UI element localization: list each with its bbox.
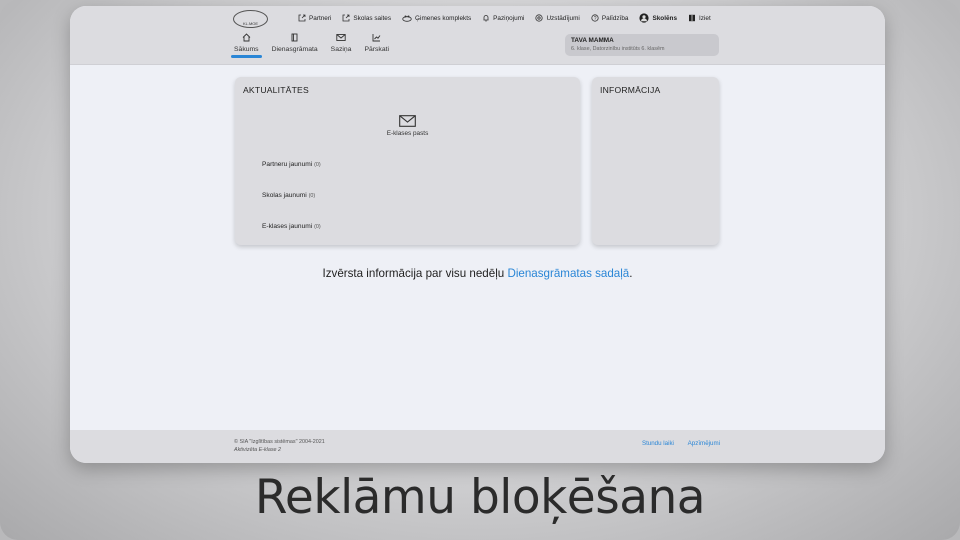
news-item-label: Partneru jaunumi [262,161,313,168]
footer: © SIA "Izglītības sistēmas" 2004-2021 Ak… [70,430,885,463]
svg-text:?: ? [594,16,597,22]
external-link-icon [298,14,306,22]
footer-copyright: © SIA "Izglītības sistēmas" 2004-2021 Ak… [234,438,325,454]
eklase-logo[interactable]: KL.MOE [233,10,268,28]
topnav-uzstadijumi[interactable]: Uzstādījumi [535,14,580,22]
mail-icon [331,33,352,43]
tab-label: Dienasgrāmata [271,46,318,53]
header: KL.MOE Partneri Skolas saites Ģimenes ko… [70,6,885,65]
topnav-palidziba[interactable]: ? Palīdzība [591,14,629,22]
topnav-label: Skolas saites [353,14,392,22]
news-item-label: Skolas jaunumi [262,192,307,199]
profile-selector[interactable]: TAVA MAMMA 6. klase, Datorzinību institū… [565,34,719,56]
tab-dienasgramata[interactable]: Dienasgrāmata [272,32,318,53]
mail-icon[interactable] [399,115,416,127]
logout-icon [688,14,696,22]
footer-link-stundu-laiki[interactable]: Stundu laiki [642,440,674,447]
topnav-pazinojumi[interactable]: Paziņojumi [482,14,524,22]
topnav-skolens[interactable]: Skolēns [639,13,677,23]
top-navigation: Partneri Skolas saites Ģimenes komplekts… [298,11,722,25]
topnav-label: Paziņojumi [493,14,525,22]
bell-icon [482,14,490,22]
news-item-eklase[interactable]: E-klases jaunumi (0) [262,223,321,230]
info-title: INFORMĀCIJA [600,85,661,95]
topnav-label: Iziet [699,14,711,22]
news-item-count: (0) [314,162,321,168]
news-item-label: E-klases jaunumi [262,223,313,230]
topnav-label: Partneri [309,14,332,22]
topnav-skolas-saites[interactable]: Skolas saites [342,14,391,22]
notice-end: . [629,267,633,280]
copyright-text: © SIA "Izglītības sistēmas" 2004-2021 [234,439,325,445]
profile-name: TAVA MAMMA [571,37,614,44]
news-card: AKTUALITĀTES E-klases pasts Partneru jau… [235,77,580,245]
news-item-partneri[interactable]: Partneru jaunumi (0) [262,161,321,168]
notice-text: Izvērsta informācija par visu nedēļu [322,267,505,280]
tab-label: Saziņa [330,46,352,53]
tab-label: Sākums [234,46,259,53]
slide-caption: Reklāmu bloķēšana [254,470,706,525]
news-title: AKTUALITĀTES [243,85,309,95]
active-tab-indicator [231,55,262,58]
footer-links: Stundu laiki Apzīmējumi [630,440,720,447]
topnav-label: Ģimenes komplekts [415,14,472,22]
home-icon [234,33,259,43]
tab-sakums[interactable]: Sākums [231,32,262,58]
tab-parskati[interactable]: Pārskati [364,32,389,53]
topnav-iziet[interactable]: Iziet [688,14,711,22]
eklase-mail-link[interactable]: E-klases pasts [235,130,580,137]
user-icon [639,13,650,23]
tab-sazina[interactable]: Saziņa [330,32,352,53]
help-icon: ? [591,14,599,22]
info-card: INFORMĀCIJA [592,77,719,245]
book-icon [272,33,318,43]
topnav-label: Uzstādījumi [546,14,580,22]
week-notice: Izvērsta informācija par visu nedēļu Die… [70,267,885,280]
chart-icon [364,33,389,43]
news-item-count: (0) [314,224,321,230]
news-item-skolas[interactable]: Skolas jaunumi (0) [262,192,315,199]
topnav-label: Skolēns [652,14,677,22]
browser-window: KL.MOE Partneri Skolas saites Ģimenes ko… [70,6,885,463]
activated-text: Aktivizēta E-klase 2 [234,447,282,453]
footer-link-apzimejumi[interactable]: Apzīmējumi [688,440,720,447]
topnav-label: Palīdzība [601,14,629,22]
topnav-partneri[interactable]: Partneri [298,14,331,22]
news-item-count: (0) [308,193,316,199]
diary-section-link[interactable]: Dienasgrāmatas sadaļā [507,267,629,280]
external-link-icon [342,14,350,22]
gear-icon [535,14,544,22]
main-tabs: Sākums Dienasgrāmata Saziņa Pārskati [231,32,402,58]
topnav-gimenes-komplekts[interactable]: Ģimenes komplekts [402,14,471,22]
profile-class: 6. klase, Datorzinību institūts 6. klasē… [571,46,665,52]
tab-label: Pārskati [364,46,390,53]
family-icon [402,14,412,22]
